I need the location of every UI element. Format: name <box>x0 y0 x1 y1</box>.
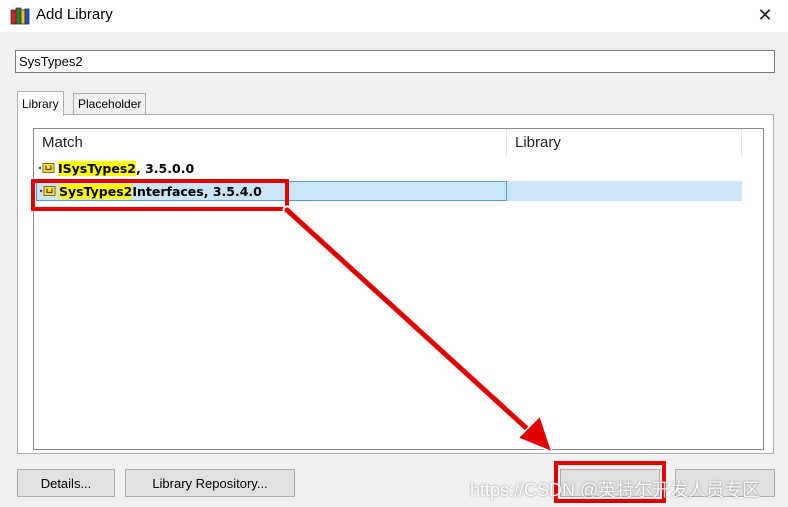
list-item[interactable]: ISysTypes2, 3.5.0.0 <box>36 158 742 178</box>
close-icon: ✕ <box>757 4 773 25</box>
match-suffix: , 3.5.0.0 <box>136 160 195 176</box>
match-highlight: ISysTypes2 <box>58 160 136 176</box>
library-list[interactable]: Match Library ISysTypes2, 3.5.0.0 SysTyp… <box>33 128 764 450</box>
library-package-icon <box>39 186 56 196</box>
tab-library[interactable]: Library <box>17 91 64 116</box>
close-button[interactable]: ✕ <box>742 0 788 30</box>
search-input[interactable] <box>15 50 775 73</box>
details-button[interactable]: Details... <box>17 469 115 497</box>
tab-placeholder[interactable]: Placeholder <box>73 93 147 115</box>
match-suffix: Interfaces, 3.5.4.0 <box>132 183 262 199</box>
column-header-library[interactable]: Library <box>507 129 742 156</box>
library-cell <box>507 158 742 178</box>
match-cell: ISysTypes2, 3.5.0.0 <box>36 158 507 178</box>
watermark: https://CSDN @英特尔开发人员专区 <box>470 480 761 500</box>
library-package-icon <box>38 163 55 173</box>
title-bar: Add Library ✕ <box>0 0 788 32</box>
column-header-match[interactable]: Match <box>34 129 507 156</box>
list-item-selected[interactable]: SysTypes2 Interfaces, 3.5.4.0 <box>36 181 742 201</box>
library-repository-button[interactable]: Library Repository... <box>125 469 295 497</box>
library-cell <box>507 181 742 201</box>
match-highlight: SysTypes2 <box>59 183 133 199</box>
library-tab-panel: Match Library ISysTypes2, 3.5.0.0 SysTyp… <box>17 114 774 454</box>
library-books-icon <box>10 7 30 25</box>
window-title: Add Library <box>36 6 113 23</box>
match-cell: SysTypes2 Interfaces, 3.5.4.0 <box>36 181 507 201</box>
